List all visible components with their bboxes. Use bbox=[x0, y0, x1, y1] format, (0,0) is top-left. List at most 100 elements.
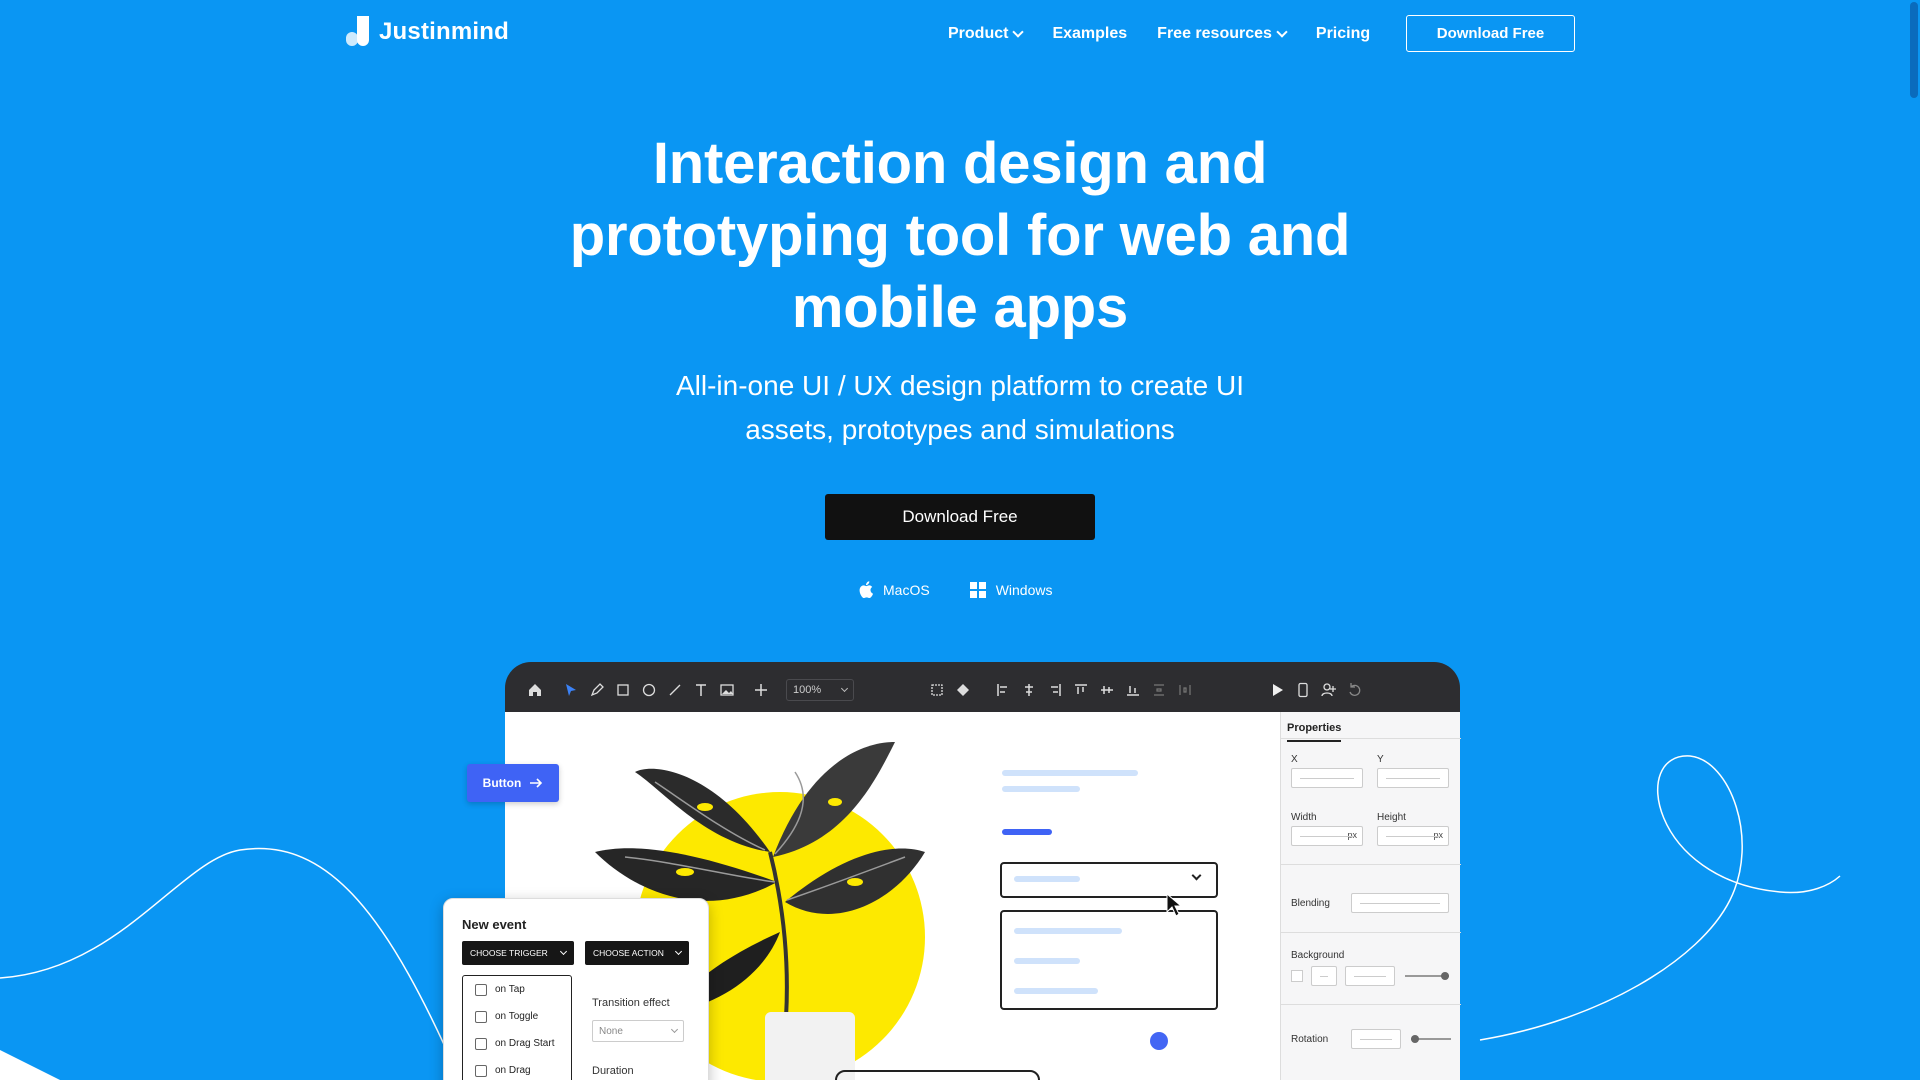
nav-link-product[interactable]: Product bbox=[948, 22, 1025, 46]
unit-label: px bbox=[1433, 830, 1443, 840]
chevron-down-icon bbox=[674, 947, 683, 956]
device-icon bbox=[1290, 677, 1316, 703]
blending-field[interactable] bbox=[1351, 893, 1449, 913]
x-field[interactable] bbox=[1291, 768, 1363, 788]
align-middle-icon bbox=[1094, 677, 1120, 703]
top-nav: Justinmind Product Examples Free resourc… bbox=[0, 0, 1908, 70]
placeholder-text-line bbox=[1014, 876, 1080, 882]
arrow-right-icon bbox=[530, 778, 543, 788]
opacity-slider[interactable] bbox=[1405, 972, 1449, 980]
width-field[interactable]: px bbox=[1291, 826, 1363, 846]
trigger-item[interactable]: on Tap bbox=[463, 976, 571, 1003]
chevron-down-icon bbox=[1191, 870, 1202, 881]
pen-icon bbox=[584, 677, 610, 703]
x-label: X bbox=[1291, 754, 1298, 765]
add-user-icon bbox=[1316, 677, 1342, 703]
trigger-item[interactable]: on Drag Start bbox=[463, 1030, 571, 1057]
logo-icon bbox=[343, 14, 373, 50]
nav-download-button[interactable]: Download Free bbox=[1406, 15, 1575, 52]
rectangle-icon bbox=[610, 677, 636, 703]
unit-label: px bbox=[1347, 830, 1357, 840]
hero-title-line: mobile apps bbox=[791, 275, 1129, 340]
background-checkbox[interactable] bbox=[1291, 970, 1303, 982]
hero-title: Interaction design and prototyping tool … bbox=[460, 128, 1460, 344]
blending-label: Blending bbox=[1291, 898, 1330, 909]
placeholder-label-line bbox=[1002, 829, 1052, 835]
scrollbar-thumb[interactable] bbox=[1910, 2, 1918, 98]
download-free-button[interactable]: Download Free bbox=[825, 494, 1095, 540]
mockup-toolbar: 100% bbox=[522, 672, 1442, 708]
chevron-down-icon bbox=[1012, 26, 1025, 38]
apple-icon bbox=[859, 581, 873, 598]
hero-subtitle: All-in-one UI / UX design platform to cr… bbox=[560, 364, 1360, 452]
tab-properties[interactable]: Properties bbox=[1287, 722, 1342, 742]
action-label: CHOOSE ACTION bbox=[593, 948, 664, 958]
choose-action-dropdown[interactable]: CHOOSE ACTION bbox=[585, 941, 689, 965]
windows-icon bbox=[969, 581, 986, 598]
duration-label: Duration bbox=[592, 1065, 634, 1077]
trigger-item[interactable]: on Drag bbox=[463, 1057, 571, 1080]
trigger-item[interactable]: on Toggle bbox=[463, 1003, 571, 1030]
trigger-item-label: on Toggle bbox=[495, 1011, 539, 1022]
undo-icon bbox=[1342, 677, 1368, 703]
platform-windows[interactable]: Windows bbox=[969, 581, 1053, 598]
floating-button[interactable]: Button bbox=[467, 764, 559, 802]
align-top-icon bbox=[1068, 677, 1094, 703]
drag-start-icon bbox=[475, 1037, 487, 1050]
cursor-icon bbox=[1166, 892, 1183, 917]
placeholder-text-line bbox=[1014, 988, 1098, 994]
nav-links: Product Examples Free resources Pricing bbox=[948, 22, 1370, 46]
transition-effect-value: None bbox=[599, 1025, 623, 1037]
background-value-field[interactable] bbox=[1345, 966, 1395, 986]
zoom-value: 100% bbox=[793, 684, 822, 696]
group-icon bbox=[924, 677, 950, 703]
chevron-down-icon bbox=[840, 684, 849, 692]
platform-links: MacOS Windows bbox=[859, 581, 1052, 598]
y-label: Y bbox=[1377, 754, 1384, 765]
divider bbox=[1281, 1004, 1461, 1005]
y-field[interactable] bbox=[1377, 768, 1449, 788]
scrollbar[interactable] bbox=[1908, 0, 1920, 1080]
hero-subtitle-line: All-in-one UI / UX design platform to cr… bbox=[675, 370, 1244, 401]
select-arrow-icon bbox=[558, 677, 584, 703]
chevron-down-icon bbox=[559, 947, 568, 956]
nav-link-free-resources[interactable]: Free resources bbox=[1157, 22, 1288, 46]
rotation-field[interactable] bbox=[1351, 1029, 1401, 1049]
placeholder-text-line bbox=[1014, 928, 1122, 934]
choose-trigger-dropdown[interactable]: CHOOSE TRIGGER bbox=[462, 941, 574, 965]
distribute-vertical-icon bbox=[1146, 677, 1172, 703]
zoom-select[interactable]: 100% bbox=[786, 679, 854, 701]
home-icon bbox=[522, 677, 548, 703]
mock-dropdown bbox=[1000, 862, 1218, 898]
transition-effect-select[interactable]: None bbox=[592, 1020, 684, 1042]
chevron-down-icon bbox=[670, 1025, 679, 1033]
align-center-icon bbox=[1016, 677, 1042, 703]
rotation-label: Rotation bbox=[1291, 1034, 1329, 1045]
background-color-field[interactable] bbox=[1311, 966, 1337, 986]
logo[interactable]: Justinmind bbox=[343, 14, 509, 50]
mock-card-outline bbox=[835, 1070, 1040, 1080]
drag-icon bbox=[475, 1064, 487, 1077]
height-field[interactable]: px bbox=[1377, 826, 1449, 846]
hero-subtitle-line: assets, prototypes and simulations bbox=[745, 414, 1175, 445]
tap-icon bbox=[475, 983, 487, 996]
distribute-horizontal-icon bbox=[1172, 677, 1198, 703]
platform-label: Windows bbox=[995, 581, 1053, 598]
plus-icon bbox=[748, 677, 774, 703]
align-bottom-icon bbox=[1120, 677, 1146, 703]
background-label: Background bbox=[1291, 950, 1345, 961]
nav-link-pricing[interactable]: Pricing bbox=[1316, 22, 1370, 46]
divider bbox=[1281, 932, 1461, 933]
chevron-down-icon bbox=[1276, 26, 1288, 38]
trigger-item-label: on Drag Start bbox=[495, 1038, 555, 1049]
nav-link-examples[interactable]: Examples bbox=[1052, 22, 1127, 46]
trigger-item-label: on Tap bbox=[495, 984, 525, 995]
height-label: Height bbox=[1377, 812, 1406, 823]
divider bbox=[1281, 738, 1461, 739]
transition-effect-label: Transition effect bbox=[592, 997, 670, 1009]
rotation-slider[interactable] bbox=[1411, 1035, 1451, 1043]
text-icon bbox=[688, 677, 714, 703]
connector-node bbox=[1150, 1032, 1168, 1050]
trigger-list: on Tap on Toggle on Drag Start on Drag bbox=[462, 975, 572, 1080]
platform-macos[interactable]: MacOS bbox=[859, 581, 930, 598]
